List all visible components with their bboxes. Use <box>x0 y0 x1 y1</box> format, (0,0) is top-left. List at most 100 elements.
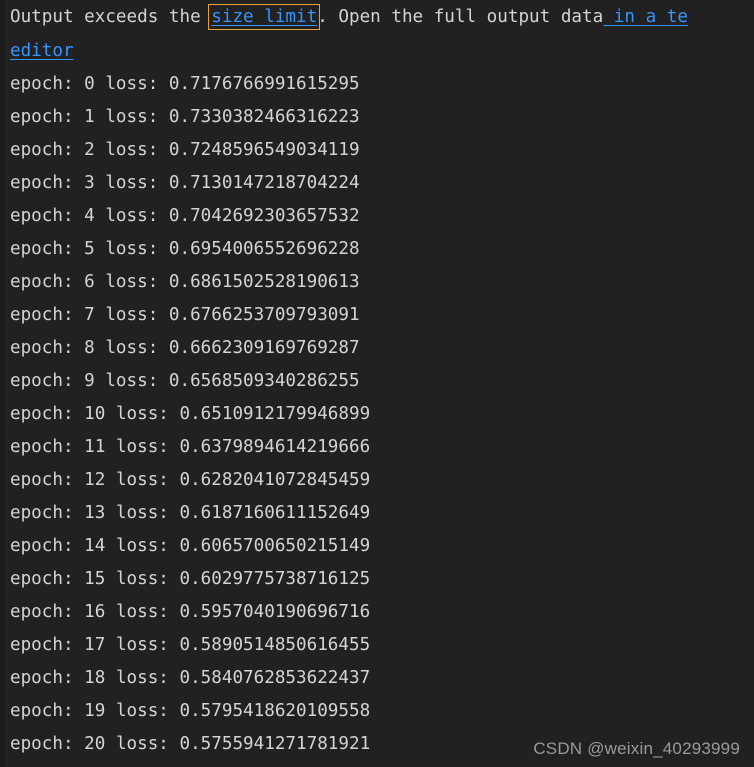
output-size-notice-line2: editor <box>0 35 754 68</box>
epoch-value: 7 <box>84 305 95 325</box>
notice-text-prefix: Output exceeds the <box>10 7 212 27</box>
csdn-watermark: CSDN @weixin_40293999 <box>533 739 740 758</box>
epoch-value: 14 <box>84 536 106 556</box>
loss-label: loss: <box>115 734 169 754</box>
loss-value: 0.6510912179946899 <box>179 404 371 424</box>
loss-label: loss: <box>115 602 169 622</box>
loss-value: 0.5840762853622437 <box>179 668 371 688</box>
loss-value: 0.6568509340286255 <box>168 371 360 391</box>
output-text-area: Output exceeds the size limit. Open the … <box>0 0 754 754</box>
epoch-label: epoch: <box>10 338 74 358</box>
epoch-label: epoch: <box>10 371 74 391</box>
epoch-label: epoch: <box>10 437 74 457</box>
open-in-text-editor-link-tail[interactable]: editor <box>10 41 74 61</box>
epoch-log-line: epoch: 0 loss: 0.7176766991615295 <box>0 68 754 101</box>
epoch-value: 15 <box>84 569 106 589</box>
loss-value: 0.6662309169769287 <box>168 338 360 358</box>
loss-value: 0.7330382466316223 <box>168 107 360 127</box>
epoch-label: epoch: <box>10 602 74 622</box>
loss-value: 0.7042692303657532 <box>168 206 360 226</box>
epoch-value: 2 <box>84 140 95 160</box>
loss-value: 0.6861502528190613 <box>168 272 360 292</box>
loss-label: loss: <box>105 371 159 391</box>
epoch-label: epoch: <box>10 140 74 160</box>
loss-value: 0.6187160611152649 <box>179 503 371 523</box>
loss-value: 0.5957040190696716 <box>179 602 371 622</box>
loss-value: 0.5795418620109558 <box>179 701 371 721</box>
epoch-label: epoch: <box>10 503 74 523</box>
loss-value: 0.6954006552696228 <box>168 239 360 259</box>
loss-value: 0.6029775738716125 <box>179 569 371 589</box>
loss-label: loss: <box>115 404 169 424</box>
epoch-log-line: epoch: 4 loss: 0.7042692303657532 <box>0 200 754 233</box>
epoch-log-line: epoch: 7 loss: 0.6766253709793091 <box>0 299 754 332</box>
epoch-value: 12 <box>84 470 106 490</box>
notice-text-middle: . Open the full output data <box>317 7 604 27</box>
notebook-output-cell: Output exceeds the size limit. Open the … <box>0 0 754 767</box>
loss-label: loss: <box>115 503 169 523</box>
loss-label: loss: <box>115 635 169 655</box>
loss-label: loss: <box>105 305 159 325</box>
loss-value: 0.5755941271781921 <box>179 734 371 754</box>
epoch-log-line: epoch: 15 loss: 0.6029775738716125 <box>0 563 754 596</box>
loss-label: loss: <box>115 536 169 556</box>
epoch-label: epoch: <box>10 272 74 292</box>
epoch-log-line: epoch: 18 loss: 0.5840762853622437 <box>0 662 754 695</box>
loss-value: 0.7248596549034119 <box>168 140 360 160</box>
epoch-value: 5 <box>84 239 95 259</box>
open-in-text-editor-link-head[interactable]: in a te <box>603 7 688 27</box>
epoch-label: epoch: <box>10 734 74 754</box>
loss-label: loss: <box>105 140 159 160</box>
epoch-log-line: epoch: 13 loss: 0.6187160611152649 <box>0 497 754 530</box>
epoch-label: epoch: <box>10 305 74 325</box>
epoch-label: epoch: <box>10 569 74 589</box>
epoch-value: 18 <box>84 668 106 688</box>
epoch-label: epoch: <box>10 107 74 127</box>
epoch-value: 0 <box>84 74 95 94</box>
epoch-value: 16 <box>84 602 106 622</box>
epoch-label: epoch: <box>10 635 74 655</box>
epoch-value: 1 <box>84 107 95 127</box>
loss-label: loss: <box>115 437 169 457</box>
epoch-log-line: epoch: 12 loss: 0.6282041072845459 <box>0 464 754 497</box>
loss-label: loss: <box>105 239 159 259</box>
loss-label: loss: <box>105 272 159 292</box>
epoch-log-line: epoch: 8 loss: 0.6662309169769287 <box>0 332 754 365</box>
epoch-value: 17 <box>84 635 106 655</box>
epoch-label: epoch: <box>10 173 74 193</box>
epoch-log-list: epoch: 0 loss: 0.7176766991615295 epoch: … <box>0 68 754 761</box>
loss-label: loss: <box>105 107 159 127</box>
epoch-log-line: epoch: 5 loss: 0.6954006552696228 <box>0 233 754 266</box>
epoch-value: 19 <box>84 701 106 721</box>
epoch-label: epoch: <box>10 470 74 490</box>
loss-label: loss: <box>105 206 159 226</box>
epoch-log-line: epoch: 17 loss: 0.5890514850616455 <box>0 629 754 662</box>
loss-value: 0.6379894614219666 <box>179 437 371 457</box>
epoch-log-line: epoch: 9 loss: 0.6568509340286255 <box>0 365 754 398</box>
epoch-log-line: epoch: 16 loss: 0.5957040190696716 <box>0 596 754 629</box>
epoch-label: epoch: <box>10 701 74 721</box>
epoch-log-line: epoch: 3 loss: 0.7130147218704224 <box>0 167 754 200</box>
loss-label: loss: <box>115 668 169 688</box>
epoch-label: epoch: <box>10 536 74 556</box>
loss-value: 0.6282041072845459 <box>179 470 371 490</box>
loss-value: 0.5890514850616455 <box>179 635 371 655</box>
epoch-value: 8 <box>84 338 95 358</box>
epoch-log-line: epoch: 19 loss: 0.5795418620109558 <box>0 695 754 728</box>
epoch-value: 6 <box>84 272 95 292</box>
epoch-label: epoch: <box>10 404 74 424</box>
epoch-label: epoch: <box>10 239 74 259</box>
epoch-log-line: epoch: 11 loss: 0.6379894614219666 <box>0 431 754 464</box>
epoch-log-line: epoch: 14 loss: 0.6065700650215149 <box>0 530 754 563</box>
epoch-value: 20 <box>84 734 106 754</box>
epoch-label: epoch: <box>10 668 74 688</box>
epoch-label: epoch: <box>10 74 74 94</box>
loss-label: loss: <box>115 470 169 490</box>
epoch-log-line: epoch: 6 loss: 0.6861502528190613 <box>0 266 754 299</box>
epoch-log-line: epoch: 10 loss: 0.6510912179946899 <box>0 398 754 431</box>
size-limit-link[interactable]: size limit <box>208 4 321 30</box>
loss-value: 0.6065700650215149 <box>179 536 371 556</box>
output-size-notice-line1: Output exceeds the size limit. Open the … <box>0 0 754 35</box>
loss-label: loss: <box>105 338 159 358</box>
epoch-log-line: epoch: 1 loss: 0.7330382466316223 <box>0 101 754 134</box>
